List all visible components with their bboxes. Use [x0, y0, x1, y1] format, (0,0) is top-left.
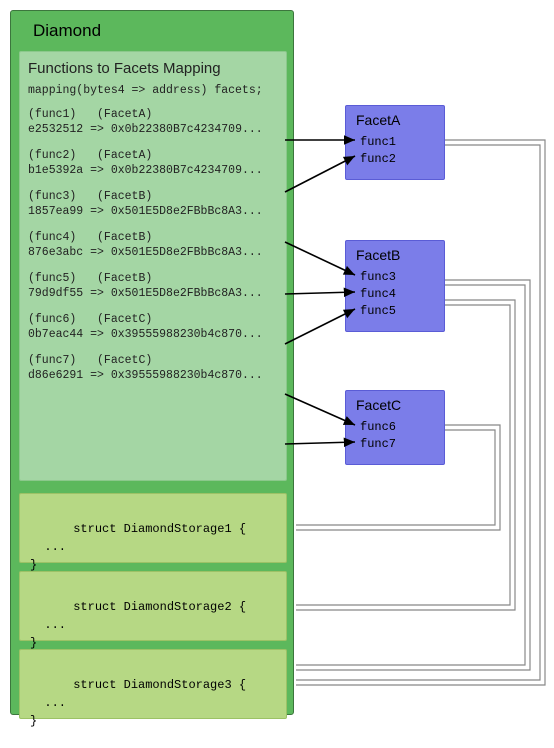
facet-label: (FacetC)	[97, 313, 152, 326]
facet-title: FacetC	[346, 391, 444, 413]
selector: d86e6291	[28, 369, 83, 382]
func-label: (func4)	[28, 231, 76, 244]
facet-title: FacetB	[346, 241, 444, 263]
selector: 876e3abc	[28, 246, 83, 259]
diamond-container: Diamond Functions to Facets Mapping mapp…	[10, 10, 294, 715]
storage-struct-3: struct DiamondStorage3 { ... }	[19, 649, 287, 719]
func-label: (func3)	[28, 190, 76, 203]
facet-label: (FacetB)	[97, 231, 152, 244]
address: 0x39555988230b4c870...	[111, 328, 263, 341]
mapping-row: (func6) (FacetC) 0b7eac44 => 0x395559882…	[28, 312, 278, 343]
func-label: (func7)	[28, 354, 76, 367]
storage-link-b3	[296, 280, 530, 670]
facet-func: func6	[360, 419, 430, 436]
selector: 1857ea99	[28, 205, 83, 218]
facet-label: (FacetA)	[97, 108, 152, 121]
func-label: (func1)	[28, 108, 76, 121]
mapping-row: (func5) (FacetB) 79d9df55 => 0x501E5D8e2…	[28, 271, 278, 302]
facet-func: func3	[360, 269, 430, 286]
mapping-declaration: mapping(bytes4 => address) facets;	[28, 83, 278, 99]
mapping-row: (func1) (FacetA) e2532512 => 0x0b22380B7…	[28, 107, 278, 138]
func-label: (func6)	[28, 313, 76, 326]
facet-func: func5	[360, 303, 430, 320]
address: 0x501E5D8e2FBbBc8A3...	[111, 205, 263, 218]
facet-label: (FacetA)	[97, 149, 152, 162]
selector: 79d9df55	[28, 287, 83, 300]
mapping-panel: Functions to Facets Mapping mapping(byte…	[19, 51, 287, 481]
diagram-canvas: Diamond Functions to Facets Mapping mapp…	[0, 0, 554, 725]
selector: e2532512	[28, 123, 83, 136]
facet-title: FacetA	[346, 106, 444, 128]
facet-label: (FacetB)	[97, 272, 152, 285]
facet-a: FacetA func1 func2	[345, 105, 445, 180]
selector: b1e5392a	[28, 164, 83, 177]
facet-b: FacetB func3 func4 func5	[345, 240, 445, 332]
mapping-row: (func2) (FacetA) b1e5392a => 0x0b22380B7…	[28, 148, 278, 179]
facet-func: func2	[360, 151, 430, 168]
address: 0x0b22380B7c4234709...	[111, 164, 263, 177]
facet-func: func1	[360, 134, 430, 151]
facet-label: (FacetC)	[97, 354, 152, 367]
address: 0x501E5D8e2FBbBc8A3...	[111, 287, 263, 300]
func-label: (func5)	[28, 272, 76, 285]
selector: 0b7eac44	[28, 328, 83, 341]
facet-func: func7	[360, 436, 430, 453]
mapping-panel-title: Functions to Facets Mapping	[28, 60, 278, 77]
address: 0x39555988230b4c870...	[111, 369, 263, 382]
mapping-row: (func4) (FacetB) 876e3abc => 0x501E5D8e2…	[28, 230, 278, 261]
address: 0x501E5D8e2FBbBc8A3...	[111, 246, 263, 259]
func-label: (func2)	[28, 149, 76, 162]
storage-struct-2: struct DiamondStorage2 { ... }	[19, 571, 287, 641]
mapping-row: (func7) (FacetC) d86e6291 => 0x395559882…	[28, 353, 278, 384]
facet-func: func4	[360, 286, 430, 303]
facet-c: FacetC func6 func7	[345, 390, 445, 465]
mapping-row: (func3) (FacetB) 1857ea99 => 0x501E5D8e2…	[28, 189, 278, 220]
address: 0x0b22380B7c4234709...	[111, 123, 263, 136]
storage-struct-1: struct DiamondStorage1 { ... }	[19, 493, 287, 563]
diamond-title: Diamond	[33, 21, 101, 41]
facet-label: (FacetB)	[97, 190, 152, 203]
